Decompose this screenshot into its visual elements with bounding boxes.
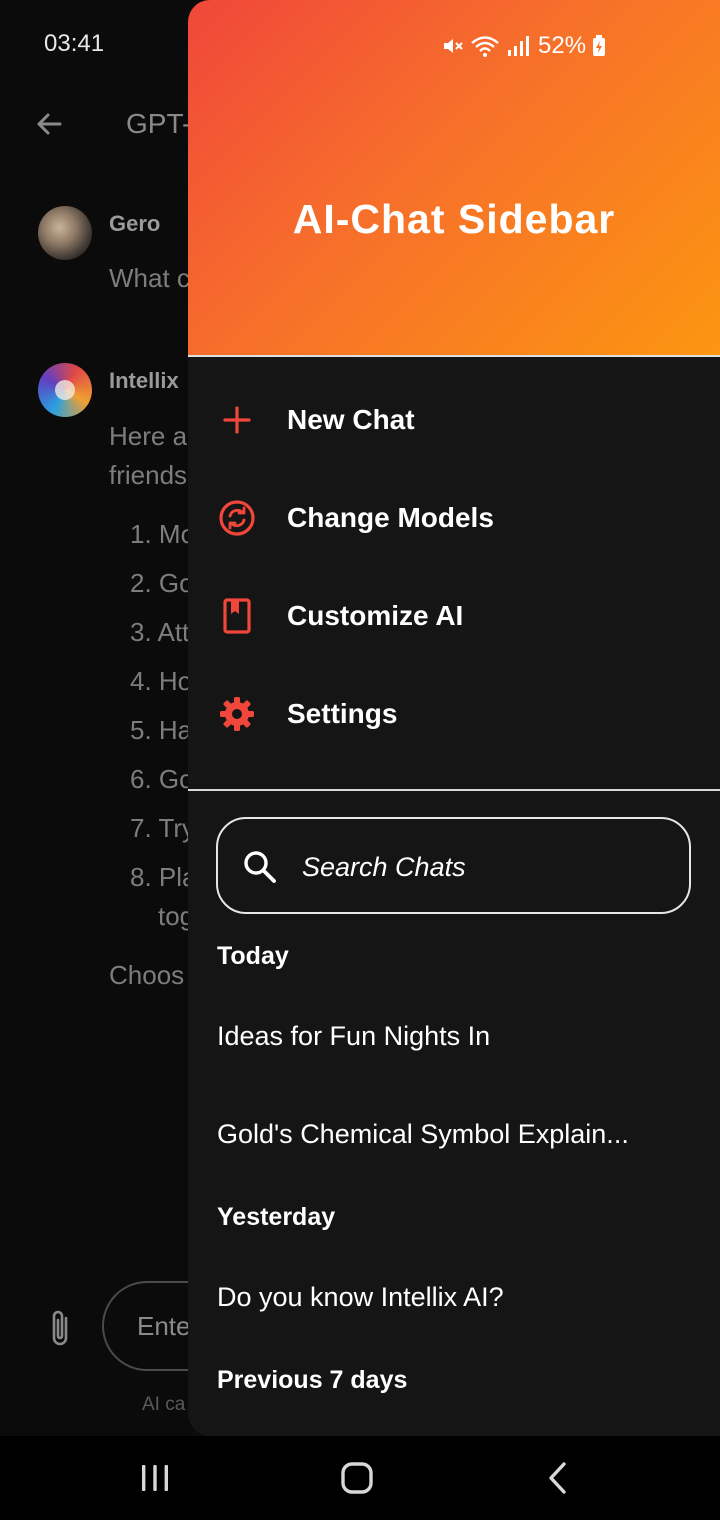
battery-charging-icon: [593, 35, 606, 56]
recents-icon[interactable]: [131, 1454, 179, 1502]
sidebar-drawer: 52% AI-Chat Sidebar New Chat Change Mode…: [188, 0, 720, 1436]
chat-history-item[interactable]: Gold's Chemical Symbol Explain...: [217, 1119, 697, 1150]
list-item: 8. Pla: [130, 862, 197, 892]
search-placeholder: Search Chats: [302, 852, 466, 882]
chat-history-item[interactable]: Do you know Intellix AI?: [217, 1282, 697, 1313]
chat-title: GPT-: [126, 108, 192, 139]
sync-circle-icon: [219, 500, 255, 536]
header-divider: [188, 355, 720, 357]
message-text: friends: [109, 460, 188, 490]
message-text: What c: [109, 263, 190, 293]
menu-item-change-models[interactable]: Change Models: [188, 483, 720, 553]
sender-name: Intellix: [109, 368, 179, 393]
history-heading-today: Today: [217, 942, 289, 970]
list-item: 5. Ha: [130, 715, 193, 745]
menu-item-customize-ai[interactable]: Customize AI: [188, 581, 720, 651]
message-text: Choos: [109, 960, 185, 990]
menu-item-label: Change Models: [287, 502, 494, 533]
list-item: 3. Att: [130, 617, 190, 647]
menu-divider: [188, 789, 720, 791]
message-input-placeholder: Ente: [137, 1311, 191, 1341]
wifi-icon: [471, 36, 499, 57]
menu-item-new-chat[interactable]: New Chat: [188, 385, 720, 455]
list-item: 7. Try: [130, 813, 196, 843]
chat-history-item[interactable]: Ideas for Fun Nights In: [217, 1021, 697, 1052]
signal-icon: [508, 36, 529, 56]
list-item: 1. Mo: [130, 519, 196, 549]
list-item: 2. Go: [130, 568, 194, 598]
menu-item-settings[interactable]: Settings: [188, 679, 720, 749]
status-icons: 52%: [440, 32, 606, 60]
bot-avatar: [38, 363, 92, 417]
battery-percentage: 52%: [538, 32, 587, 59]
message-text: Here a: [109, 421, 188, 451]
status-time: 03:41: [44, 30, 105, 57]
history-heading-yesterday: Yesterday: [217, 1203, 336, 1231]
plus-icon: [223, 406, 251, 434]
navigation-bar: [0, 1436, 720, 1520]
back-arrow-icon[interactable]: [30, 104, 70, 144]
drawer-title: AI-Chat Sidebar: [292, 196, 616, 242]
disclaimer-text: AI ca: [142, 1394, 186, 1415]
menu-item-label: New Chat: [287, 404, 415, 435]
home-icon[interactable]: [333, 1454, 381, 1502]
gear-icon: [220, 697, 254, 731]
menu-item-label: Settings: [287, 698, 398, 729]
user-avatar: [38, 206, 92, 260]
search-chats-input[interactable]: Search Chats: [216, 817, 691, 914]
bookmark-book-icon: [223, 598, 251, 634]
history-heading-previous-7-days: Previous 7 days: [217, 1366, 408, 1394]
paperclip-icon[interactable]: [44, 1306, 76, 1350]
list-item: 6. Go: [130, 764, 194, 794]
menu-item-label: Customize AI: [287, 600, 464, 631]
search-icon: [244, 851, 276, 883]
mute-icon: [444, 39, 463, 53]
sender-name: Gero: [109, 211, 161, 236]
list-item: 4. Ho: [130, 666, 193, 696]
back-icon[interactable]: [535, 1454, 583, 1502]
